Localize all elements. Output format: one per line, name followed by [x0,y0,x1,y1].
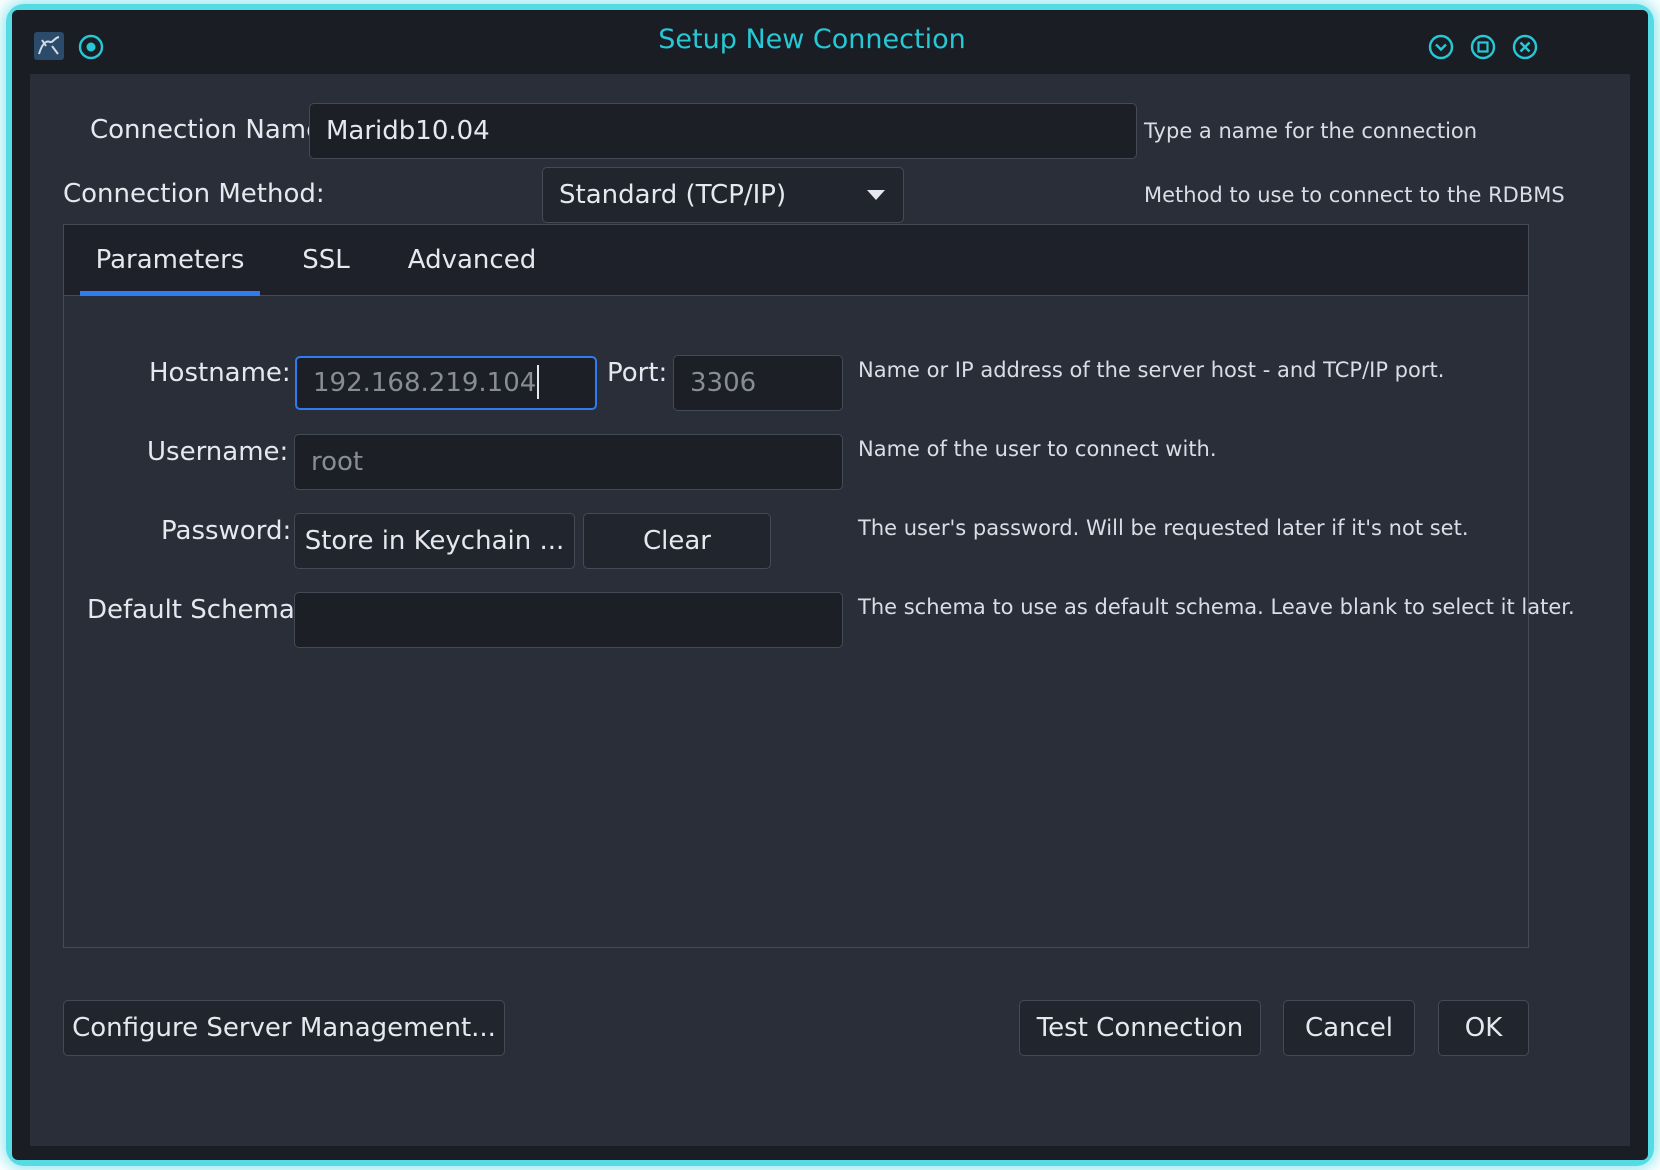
hostname-input[interactable]: 192.168.219.104 [295,356,597,410]
connection-name-input[interactable]: Maridb10.04 [309,103,1137,159]
username-hint: Name of the user to connect with. [858,437,1217,461]
port-label: Port: [607,358,668,388]
default-schema-input[interactable] [294,592,843,648]
text-caret [537,364,540,399]
tab-parameters[interactable]: Parameters [80,225,260,296]
ok-button[interactable]: OK [1438,1000,1529,1056]
connection-method-hint: Method to use to connect to the RDBMS [1144,183,1565,207]
maximize-icon[interactable] [1468,32,1498,62]
chevron-down-icon [867,190,885,200]
hostname-label: Hostname: [149,358,291,388]
tab-ssl[interactable]: SSL [286,225,366,295]
port-input[interactable]: 3306 [673,355,843,411]
store-in-keychain-button[interactable]: Store in Keychain ... [294,513,575,569]
clear-password-button[interactable]: Clear [583,513,771,569]
username-label: Username: [147,437,289,467]
hostname-hint: Name or IP address of the server host - … [858,358,1445,382]
connection-method-label: Connection Method: [63,179,325,209]
password-hint: The user's password. Will be requested l… [858,516,1469,540]
configure-server-management-button[interactable]: Configure Server Management... [63,1000,505,1056]
dialog-window: Setup New Connection Connection Name: Ma… [12,10,1648,1160]
tab-panel: Parameters SSL Advanced Hostname: 192.16… [63,224,1575,948]
connection-method-value: Standard (TCP/IP) [559,180,787,210]
dialog-content: Connection Name: Maridb10.04 Type a name… [30,74,1630,1146]
username-input[interactable]: root [294,434,843,490]
default-schema-hint: The schema to use as default schema. Lea… [858,595,1575,619]
hostname-value: 192.168.219.104 [313,368,537,398]
test-connection-button[interactable]: Test Connection [1019,1000,1261,1056]
cancel-button[interactable]: Cancel [1283,1000,1415,1056]
minimize-icon[interactable] [1426,32,1456,62]
window-title: Setup New Connection [658,24,966,55]
connection-name-hint: Type a name for the connection [1144,119,1478,143]
close-icon[interactable] [1510,32,1540,62]
tab-advanced[interactable]: Advanced [402,225,542,295]
connection-name-label: Connection Name: [90,115,331,145]
default-schema-label: Default Schema: [87,595,304,625]
password-label: Password: [161,516,292,546]
tab-bar: Parameters SSL Advanced [64,225,1528,296]
title-bar[interactable]: Setup New Connection [12,10,1648,74]
connection-method-select[interactable]: Standard (TCP/IP) [542,167,904,223]
